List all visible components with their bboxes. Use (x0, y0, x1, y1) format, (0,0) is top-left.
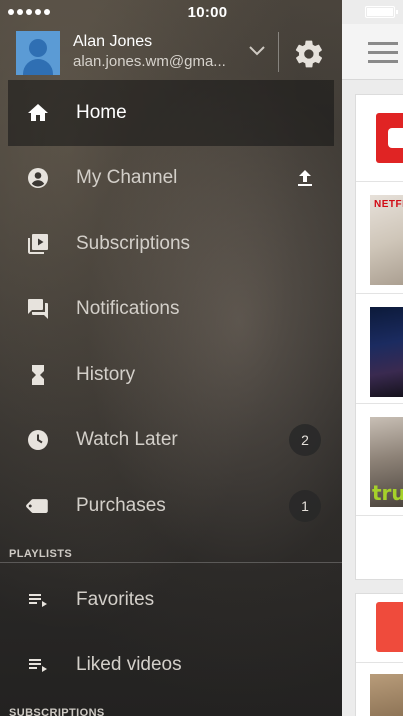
upload-icon[interactable] (293, 166, 317, 190)
main-content-peek[interactable]: NETFLI tru (342, 0, 403, 716)
playlists-navigation: Favorites Liked videos (0, 567, 342, 698)
playlists-section-header: PLAYLISTS (9, 548, 73, 560)
chevron-down-icon[interactable] (248, 44, 266, 58)
video-thumbnail[interactable]: tru (370, 417, 403, 507)
nav-item-label: History (76, 363, 136, 385)
nav-item-liked-videos[interactable]: Liked videos (0, 633, 342, 699)
main-navigation: Home My Channel Subscriptions Notificati… (0, 80, 342, 539)
subscriptions-icon (28, 233, 48, 254)
feed-card[interactable] (355, 593, 403, 716)
nav-item-watch-later[interactable]: Watch Later 2 (0, 408, 342, 474)
status-bar: 10:00 (0, 0, 403, 24)
card-divider (356, 403, 403, 404)
playlist-icon (29, 593, 47, 607)
clock-icon (28, 430, 48, 451)
account-switcher[interactable]: Alan Jones alan.jones.wm@gma... (0, 24, 342, 80)
playlist-icon (29, 659, 47, 673)
signal-strength-icon (8, 9, 50, 15)
hamburger-menu-icon[interactable] (368, 42, 398, 64)
thumbnail-text: NETFLI (374, 199, 403, 210)
nav-item-label: My Channel (76, 167, 178, 189)
video-thumbnail[interactable] (370, 674, 403, 716)
account-info[interactable]: Alan Jones alan.jones.wm@gma... (73, 32, 243, 72)
avatar[interactable] (16, 31, 60, 75)
nav-item-my-channel[interactable]: My Channel (0, 146, 342, 212)
watch-later-count-badge: 2 (289, 424, 321, 457)
account-email: alan.jones.wm@gma... (73, 53, 226, 70)
card-divider (356, 181, 403, 182)
account-divider (278, 32, 279, 72)
channel-logo[interactable] (376, 602, 403, 652)
nav-item-history[interactable]: History (0, 342, 342, 408)
card-divider (356, 515, 403, 516)
nav-item-label: Purchases (76, 494, 166, 516)
card-divider (356, 662, 403, 663)
video-thumbnail[interactable] (370, 307, 403, 397)
battery-icon (365, 6, 398, 18)
channel-logo[interactable] (376, 113, 403, 163)
nav-item-label: Home (76, 101, 127, 123)
thumbnail-text: tru (372, 481, 403, 505)
nav-item-label: Liked videos (76, 654, 182, 676)
nav-item-purchases[interactable]: Purchases 1 (0, 473, 342, 539)
card-divider (356, 293, 403, 294)
nav-item-home[interactable]: Home (8, 80, 334, 146)
purchases-count-badge: 1 (289, 489, 321, 522)
nav-item-label: Watch Later (76, 429, 178, 451)
tag-icon (26, 498, 48, 513)
status-time: 10:00 (187, 3, 228, 21)
chat-icon (28, 299, 48, 320)
nav-item-label: Subscriptions (76, 232, 191, 254)
gear-icon[interactable] (293, 38, 325, 70)
person-icon (28, 168, 48, 189)
video-thumbnail[interactable]: NETFLI (370, 195, 403, 285)
app-top-bar (342, 24, 403, 80)
navigation-drawer: Alan Jones alan.jones.wm@gma... Home My … (0, 0, 342, 716)
nav-item-label: Notifications (76, 298, 180, 320)
account-name: Alan Jones (73, 33, 153, 50)
nav-item-notifications[interactable]: Notifications (0, 277, 342, 343)
section-divider (0, 562, 342, 563)
nav-item-subscriptions[interactable]: Subscriptions (0, 211, 342, 277)
feed-card[interactable]: NETFLI tru (355, 94, 403, 580)
subscriptions-section-header: SUBSCRIPTIONS (9, 707, 105, 716)
nav-item-label: Favorites (76, 588, 155, 610)
nav-item-favorites[interactable]: Favorites (0, 567, 342, 633)
hourglass-icon (32, 364, 44, 385)
home-icon (28, 103, 48, 121)
